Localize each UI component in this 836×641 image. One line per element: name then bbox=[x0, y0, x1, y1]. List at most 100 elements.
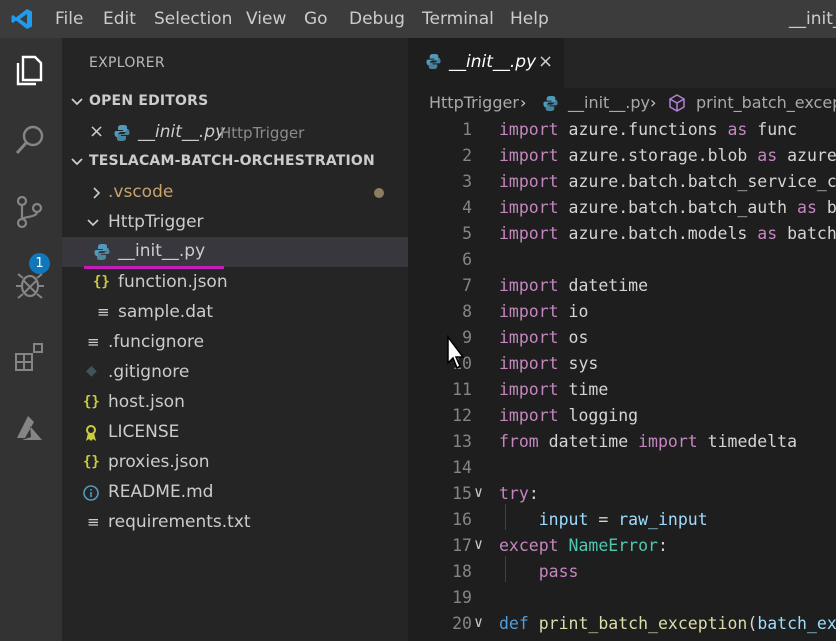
tree-label: host.json bbox=[108, 392, 185, 412]
tree-item-vscode[interactable]: .vscode bbox=[62, 178, 408, 208]
code-text: import datetime bbox=[499, 276, 649, 295]
extensions-icon[interactable] bbox=[10, 336, 50, 376]
code-text: import azure.batch.models as batchmodels bbox=[499, 224, 836, 243]
menu-terminal[interactable]: Terminal bbox=[422, 9, 494, 29]
breadcrumb-folder[interactable]: HttpTrigger bbox=[429, 93, 519, 112]
tree-item-funcignore[interactable]: ≡ .funcignore bbox=[62, 328, 408, 358]
line-number: 15 bbox=[452, 484, 472, 503]
debug-icon[interactable] bbox=[10, 264, 50, 304]
tree-item-requirements[interactable]: ≡ requirements.txt bbox=[62, 508, 408, 538]
info-icon bbox=[83, 485, 99, 501]
azure-icon[interactable] bbox=[10, 408, 50, 448]
code-line-7: 7 import datetime bbox=[408, 274, 836, 300]
vscode-logo-icon bbox=[11, 9, 32, 29]
code-line-13: 13 from datetime import timedelta bbox=[408, 430, 836, 456]
open-editors-label: OPEN EDITORS bbox=[89, 93, 209, 109]
open-editor-name: __init__.py bbox=[138, 122, 226, 142]
menu-debug[interactable]: Debug bbox=[349, 9, 405, 29]
tree-item-httptrigger[interactable]: HttpTrigger bbox=[62, 208, 408, 238]
breadcrumb-file[interactable]: __init__.py bbox=[568, 93, 650, 112]
explorer-icon[interactable] bbox=[10, 50, 50, 90]
line-number: 4 bbox=[462, 198, 472, 217]
code-text: pass bbox=[538, 562, 579, 581]
menu-help[interactable]: Help bbox=[510, 9, 549, 29]
tree-label: .vscode bbox=[108, 182, 174, 202]
code-line-17: 17 ∨ except NameError: bbox=[408, 534, 836, 560]
code-text: try: bbox=[499, 484, 539, 503]
tree-label: HttpTrigger bbox=[108, 212, 204, 232]
symbol-method-icon bbox=[669, 94, 685, 112]
project-header[interactable]: TESLACAM-BATCH-ORCHESTRATION bbox=[62, 147, 408, 177]
chevron-right-icon: › bbox=[520, 93, 527, 112]
chevron-down-icon[interactable]: ∨ bbox=[474, 483, 483, 501]
menu-edit[interactable]: Edit bbox=[103, 9, 136, 29]
json-file-icon: {} bbox=[93, 274, 110, 290]
breadcrumb-symbol[interactable]: print_batch_exception bbox=[696, 93, 836, 112]
tree-item-license[interactable]: LICENSE bbox=[62, 418, 408, 448]
python-file-icon bbox=[94, 244, 110, 260]
close-icon[interactable]: × bbox=[89, 121, 104, 142]
python-file-icon bbox=[543, 95, 558, 112]
chevron-down-icon bbox=[71, 98, 83, 106]
menu-file[interactable]: File bbox=[55, 9, 83, 29]
search-icon[interactable] bbox=[10, 120, 50, 160]
code-text: import sys bbox=[499, 354, 599, 373]
chevron-down-icon bbox=[87, 219, 99, 227]
tree-item-init-py[interactable]: __init__.py bbox=[62, 237, 408, 267]
line-number: 14 bbox=[452, 458, 472, 477]
code-text: import azure.batch.batch_service_client … bbox=[499, 172, 836, 191]
line-number: 17 bbox=[452, 536, 472, 555]
text-file-icon: ≡ bbox=[87, 513, 100, 531]
code-text: except NameError: bbox=[499, 536, 668, 555]
tree-item-gitignore[interactable]: ◆ .gitignore bbox=[62, 358, 408, 388]
python-file-icon bbox=[426, 53, 441, 70]
tree-label: __init__.py bbox=[118, 241, 206, 261]
line-number: 8 bbox=[462, 302, 472, 321]
menu-view[interactable]: View bbox=[246, 9, 286, 29]
code-line-19: 19 bbox=[408, 586, 836, 612]
chevron-down-icon[interactable]: ∨ bbox=[474, 535, 483, 553]
tree-item-proxies-json[interactable]: {} proxies.json bbox=[62, 448, 408, 478]
open-editor-folder: HttpTrigger bbox=[220, 124, 305, 142]
tab-init-py[interactable]: __init__.py × bbox=[408, 38, 564, 88]
tree-item-function-json[interactable]: {} function.json bbox=[62, 268, 408, 298]
activity-bar: 1 bbox=[0, 38, 62, 641]
code-line-4: 4 import azure.batch.batch_auth as batch… bbox=[408, 196, 836, 222]
menu-go[interactable]: Go bbox=[304, 9, 328, 29]
line-number: 19 bbox=[452, 588, 472, 607]
code-text: import azure.batch.batch_auth as batch_a… bbox=[499, 198, 836, 217]
line-number: 7 bbox=[462, 276, 472, 295]
menu-selection[interactable]: Selection bbox=[154, 9, 232, 29]
text-file-icon: ≡ bbox=[87, 333, 100, 351]
tree-item-host-json[interactable]: {} host.json bbox=[62, 388, 408, 418]
tree-item-readme[interactable]: README.md bbox=[62, 478, 408, 508]
chevron-down-icon bbox=[71, 158, 83, 166]
json-file-icon: {} bbox=[83, 394, 100, 410]
code-editor[interactable]: 1 import azure.functions as func 2 impor… bbox=[408, 118, 836, 641]
code-line-8: 8 import io bbox=[408, 300, 836, 326]
code-line-3: 3 import azure.batch.batch_service_clien… bbox=[408, 170, 836, 196]
tree-label: sample.dat bbox=[118, 302, 214, 322]
modified-dot bbox=[374, 188, 384, 198]
tree-label: .gitignore bbox=[108, 362, 190, 382]
line-number: 1 bbox=[462, 120, 472, 139]
code-line-14: 14 bbox=[408, 456, 836, 482]
close-icon[interactable]: × bbox=[538, 51, 553, 72]
open-editors-header[interactable]: OPEN EDITORS bbox=[62, 87, 408, 117]
source-control-icon[interactable] bbox=[10, 192, 50, 232]
code-text: from datetime import timedelta bbox=[499, 432, 798, 451]
chevron-down-icon[interactable]: ∨ bbox=[474, 613, 483, 631]
tree-item-sample-dat[interactable]: ≡ sample.dat bbox=[62, 298, 408, 328]
open-editor-item[interactable]: × __init__.py HttpTrigger bbox=[62, 118, 408, 148]
explorer-sidebar: EXPLORER OPEN EDITORS × __init__.py Http… bbox=[62, 38, 408, 641]
code-line-9: 9 import os bbox=[408, 326, 836, 352]
tree-label: proxies.json bbox=[108, 452, 210, 472]
breadcrumb: HttpTrigger › __init__.py › print_batch_… bbox=[408, 88, 836, 118]
line-number: 20 bbox=[452, 614, 472, 633]
line-number: 12 bbox=[452, 406, 472, 425]
code-line-1: 1 import azure.functions as func bbox=[408, 118, 836, 144]
line-number: 5 bbox=[462, 224, 472, 243]
python-file-icon bbox=[114, 125, 130, 141]
code-line-12: 12 import logging bbox=[408, 404, 836, 430]
text-file-icon: ≡ bbox=[97, 303, 110, 321]
